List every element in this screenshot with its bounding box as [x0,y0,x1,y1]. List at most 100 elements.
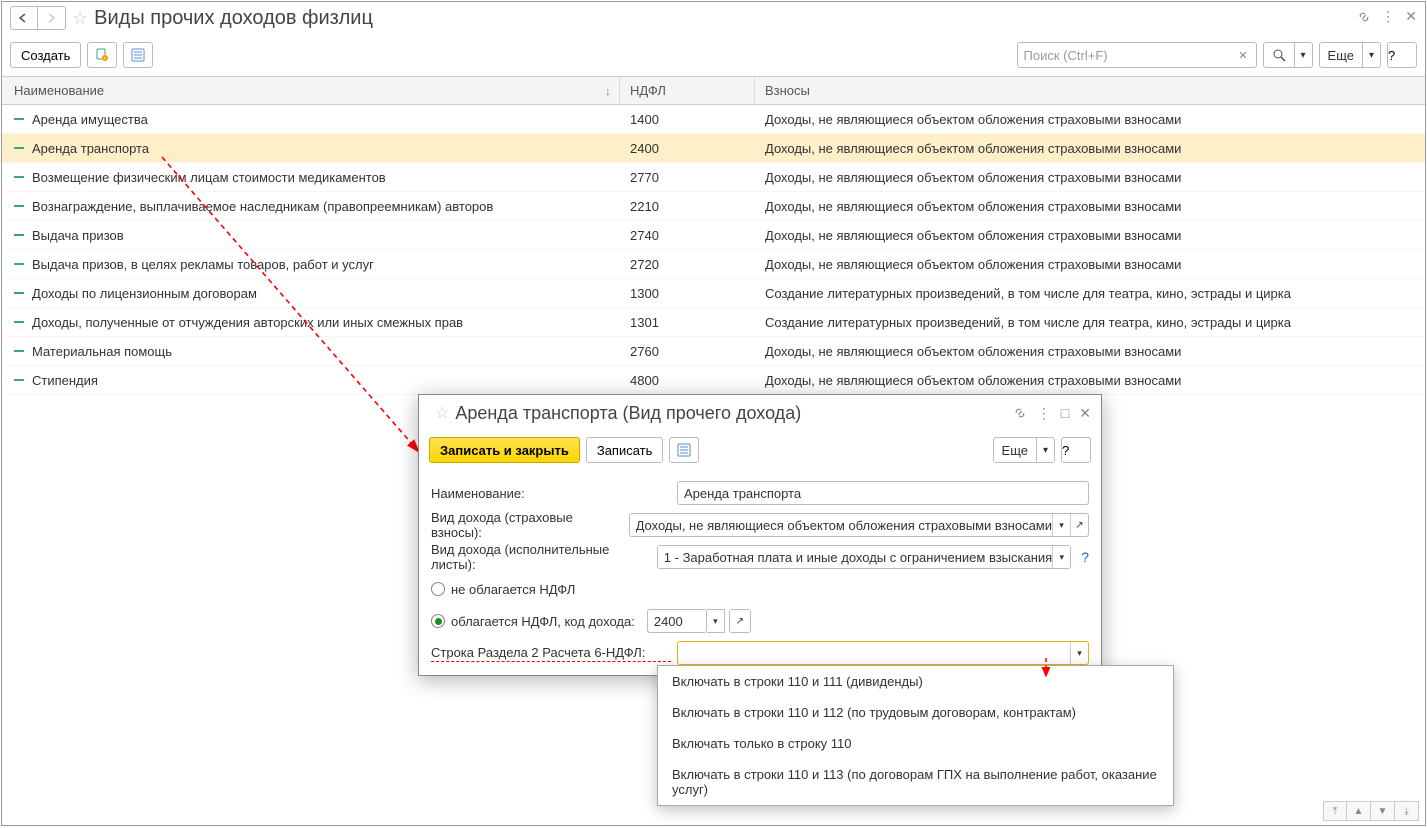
table-row[interactable]: Доходы по лицензионным договорам1300Созд… [2,279,1425,308]
popup-form: Наименование: Аренда транспорта Вид дохо… [419,469,1101,677]
table-row[interactable]: Возмещение физическим лицам стоимости ме… [2,163,1425,192]
row-marker-icon [14,379,24,381]
row-fees: Доходы, не являющиеся объектом обложения… [755,141,1425,156]
popup-kebab-icon[interactable]: ⋮ [1037,405,1051,422]
list-button[interactable] [123,42,153,68]
row-ndfl: 2210 [620,199,755,214]
table-nav-buttons: ⤒ ▲ ▼ ⤓ [1323,801,1419,821]
favorite-star-icon[interactable]: ☆ [72,8,88,29]
help-button[interactable]: ? [1387,42,1417,68]
popup-maximize-icon[interactable]: □ [1061,405,1069,421]
create-button[interactable]: Создать [10,42,81,68]
input-exec-value: 1 - Заработная плата и иные доходы с огр… [664,550,1052,565]
dropdown-option[interactable]: Включать только в строку 110 [658,728,1173,759]
sort-indicator-icon: ↓ [605,84,611,98]
table-row[interactable]: Стипендия4800Доходы, не являющиеся объек… [2,366,1425,395]
nav-forward-button[interactable] [38,6,66,30]
row-name: Вознаграждение, выплачиваемое наследника… [32,199,493,214]
column-ndfl[interactable]: НДФЛ [620,77,755,104]
dropdown-option[interactable]: Включать в строки 110 и 113 (по договора… [658,759,1173,805]
svg-text:+: + [104,56,107,62]
popup-favorite-star-icon[interactable]: ☆ [435,403,449,423]
row-fees: Доходы, не являющиеся объектом обложения… [755,112,1425,127]
code-dropdown-icon[interactable]: ▾ [707,609,725,633]
column-name[interactable]: Наименование ↓ [2,77,620,104]
table-row[interactable]: Выдача призов2740Доходы, не являющиеся о… [2,221,1425,250]
nav-down-button[interactable]: ▼ [1371,801,1395,821]
row-fees: Доходы, не являющиеся объектом обложения… [755,344,1425,359]
popup-help-button[interactable]: ? [1061,437,1091,463]
popup-more-dropdown[interactable]: ▾ [1037,437,1055,463]
kebab-menu-icon[interactable]: ⋮ [1381,8,1395,25]
popup-more-button[interactable]: Еще [993,437,1037,463]
nav-back-button[interactable] [10,6,38,30]
save-button[interactable]: Записать [586,437,664,463]
input-code-value: 2400 [654,614,683,629]
exec-help-icon[interactable]: ? [1081,549,1089,565]
row-name: Возмещение физическим лицам стоимости ме… [32,170,386,185]
row-ndfl: 1400 [620,112,755,127]
table-row[interactable]: Аренда транспорта2400Доходы, не являющие… [2,134,1425,163]
insurance-open-icon[interactable]: ↗ [1070,514,1088,536]
nav-up-button[interactable]: ▲ [1347,801,1371,821]
search-input[interactable]: ✕ [1017,42,1257,68]
row-fees: Доходы, не являющиеся объектом обложения… [755,199,1425,214]
more-button-group: Еще ▾ [1319,42,1381,68]
row-marker-icon [14,234,24,236]
copy-page-icon: + [95,48,109,62]
column-fees[interactable]: Взносы [755,77,1425,104]
more-button[interactable]: Еще [1319,42,1363,68]
row-marker-icon [14,321,24,323]
label-exec: Вид дохода (исполнительные листы): [431,542,651,572]
input-line6[interactable]: ▾ [677,641,1089,665]
popup-list-button[interactable] [669,437,699,463]
search-clear-icon[interactable]: ✕ [1236,49,1249,62]
row-fees: Создание литературных произведений, в то… [755,315,1425,330]
row-ndfl: 2740 [620,228,755,243]
row-name: Выдача призов [32,228,124,243]
close-icon[interactable]: ✕ [1405,8,1417,25]
copy-button[interactable]: + [87,42,117,68]
radio-not-taxed[interactable]: не облагается НДФЛ [431,582,575,597]
row-name: Аренда имущества [32,112,148,127]
input-name-value: Аренда транспорта [684,486,801,501]
search-submit-button[interactable] [1263,42,1295,68]
input-exec[interactable]: 1 - Заработная плата и иные доходы с огр… [657,545,1071,569]
popup-link-icon[interactable] [1013,406,1027,420]
dropdown-option[interactable]: Включать в строки 110 и 111 (дивиденды) [658,666,1173,697]
save-close-button[interactable]: Записать и закрыть [429,437,580,463]
exec-dropdown-icon[interactable]: ▾ [1052,546,1070,568]
line6-dropdown-icon[interactable]: ▾ [1070,642,1088,664]
search-field[interactable] [1024,48,1237,63]
more-dropdown-button[interactable]: ▾ [1363,42,1381,68]
table-row[interactable]: Доходы, полученные от отчуждения авторск… [2,308,1425,337]
row-ndfl: 2720 [620,257,755,272]
row-fees: Создание литературных произведений, в то… [755,286,1425,301]
table-row[interactable]: Аренда имущества 1400Доходы, не являющиес… [2,105,1425,134]
input-code[interactable]: 2400 [647,609,707,633]
row-marker-icon [14,292,24,294]
nav-first-button[interactable]: ⤒ [1323,801,1347,821]
popup-title: Аренда транспорта (Вид прочего дохода) [455,403,801,424]
toolbar: Создать + ✕ ▾ Еще ▾ ? [2,34,1425,76]
insurance-dropdown-icon[interactable]: ▾ [1052,514,1070,536]
table-row[interactable]: Вознаграждение, выплачиваемое наследника… [2,192,1425,221]
row-ndfl: 2400 [620,141,755,156]
table-row[interactable]: Материальная помощь2760Доходы, не являющ… [2,337,1425,366]
link-icon[interactable] [1357,10,1371,24]
table-row[interactable]: Выдача призов, в целях рекламы товаров, … [2,250,1425,279]
radio-taxed[interactable]: облагается НДФЛ, код дохода: [431,614,635,629]
radio-on-icon [431,614,445,628]
input-insurance[interactable]: Доходы, не являющиеся объектом обложения… [629,513,1089,537]
dropdown-option[interactable]: Включать в строки 110 и 112 (по трудовым… [658,697,1173,728]
label-insurance: Вид дохода (страховые взносы): [431,510,623,540]
row-name: Стипендия [32,373,98,388]
row-marker-icon [14,350,24,352]
popup-close-icon[interactable]: ✕ [1079,405,1091,422]
search-dropdown-button[interactable]: ▾ [1295,42,1313,68]
input-name[interactable]: Аренда транспорта [677,481,1089,505]
nav-last-button[interactable]: ⤓ [1395,801,1419,821]
input-insurance-value: Доходы, не являющиеся объектом обложения… [636,518,1052,533]
code-open-icon[interactable]: ↗ [729,609,751,633]
row-name: Доходы, полученные от отчуждения авторск… [32,315,463,330]
